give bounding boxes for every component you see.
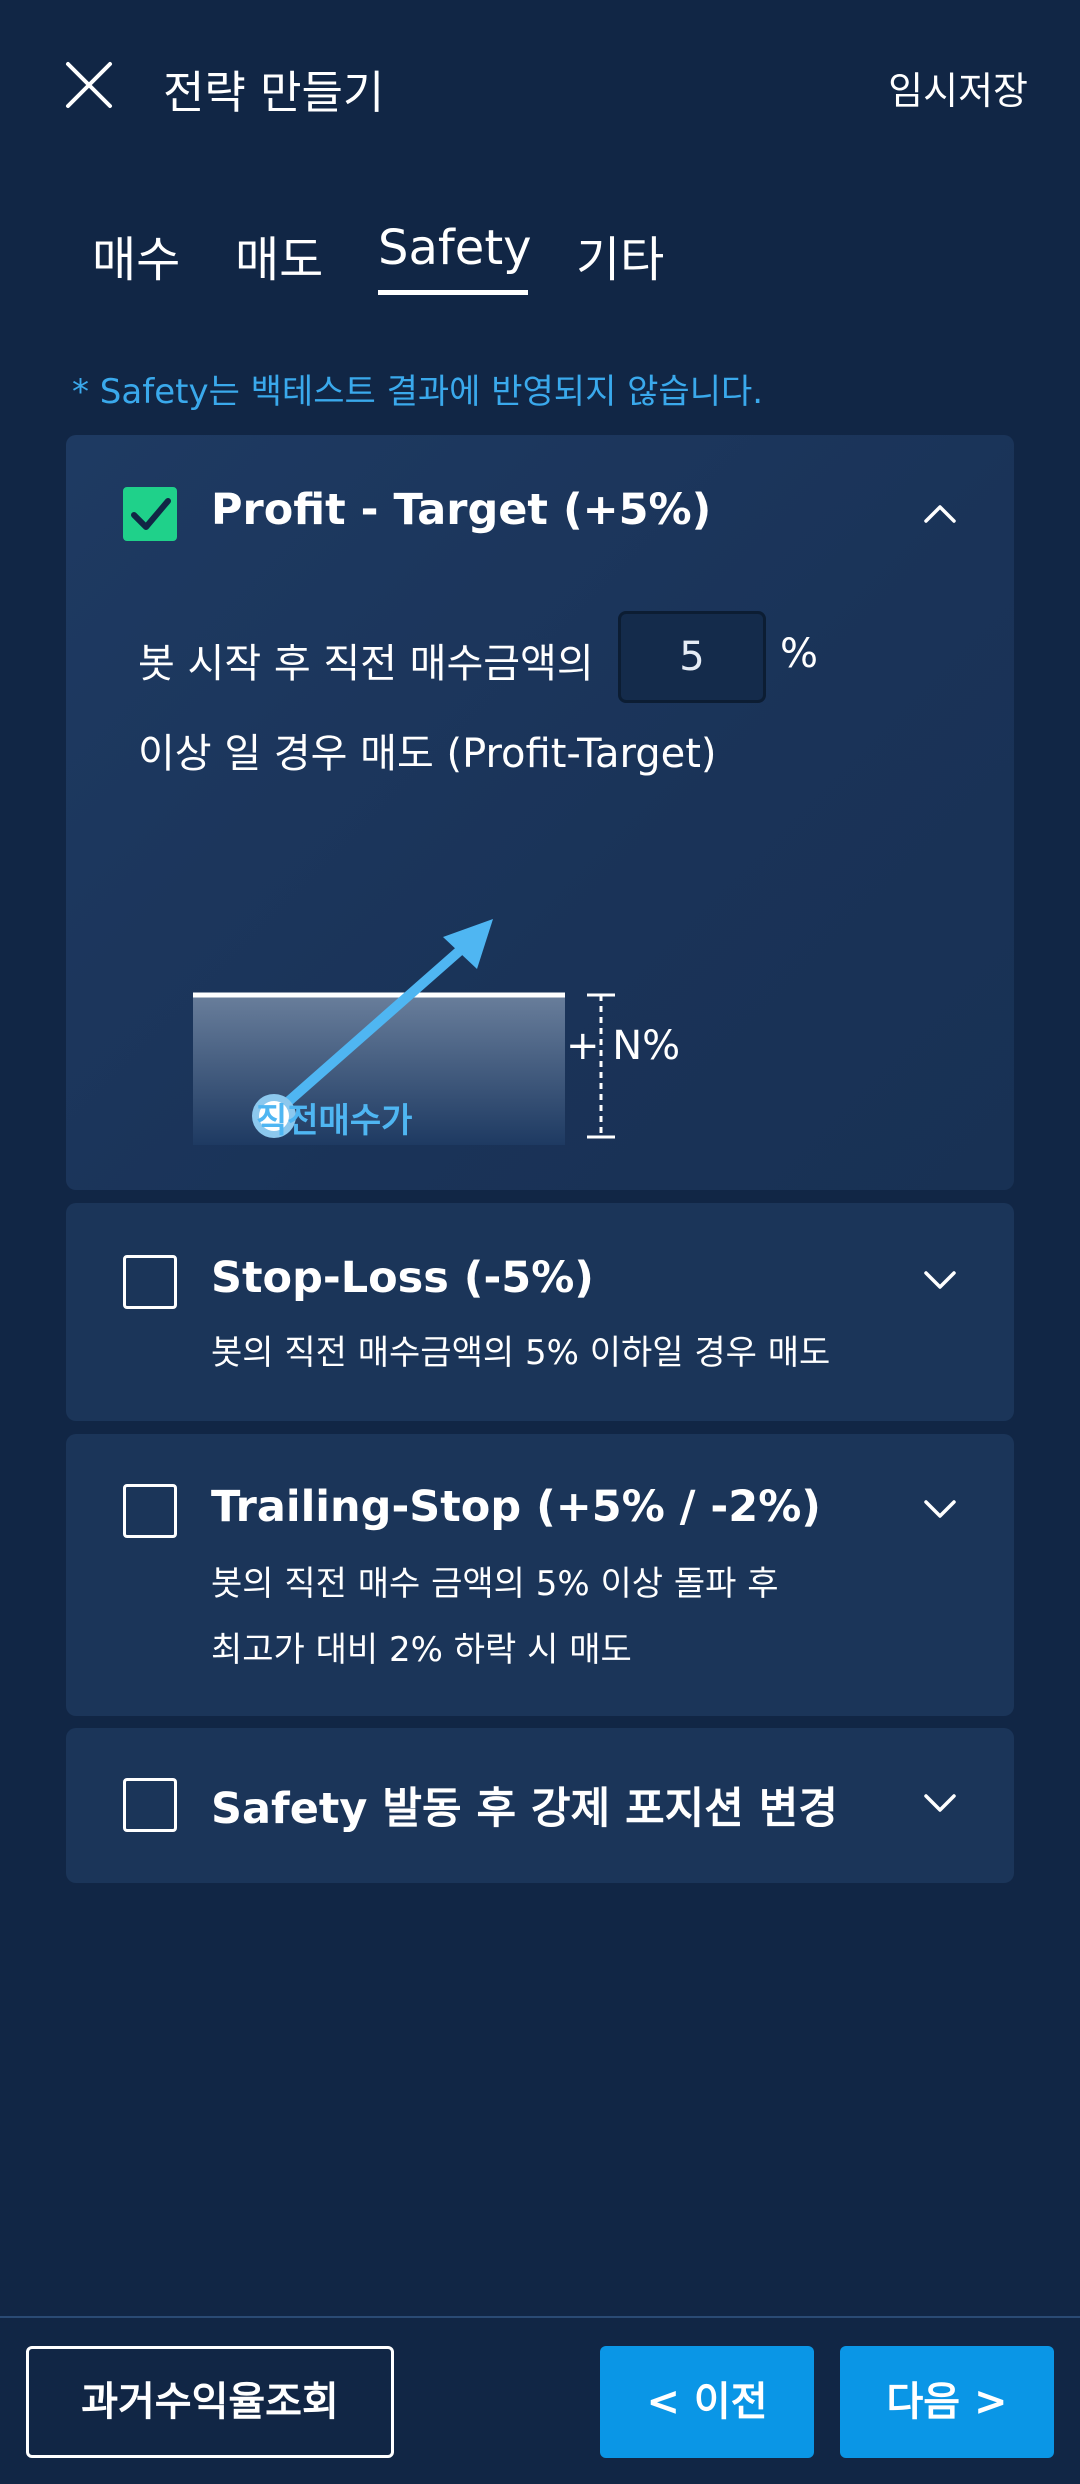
trailing-stop-desc-line2: 최고가 대비 2% 하락 시 매도 [211,1630,632,1670]
tab-sell[interactable]: 매도 [235,220,323,290]
forced-position-checkbox[interactable] [123,1778,177,1832]
tab-buy[interactable]: 매수 [92,220,180,290]
bottom-action-bar: 과거수익율조회 < 이전 다음 > [0,2316,1080,2484]
safety-notice: * Safety는 백테스트 결과에 반영되지 않습니다. [72,372,764,412]
chevron-down-icon[interactable] [922,1269,958,1293]
chevron-up-icon[interactable] [922,501,958,525]
range-percent-label: + N% [566,1023,681,1069]
next-button[interactable]: 다음 > [840,2346,1054,2458]
trailing-stop-desc-line1: 봇의 직전 매수 금액의 5% 이상 돌파 후 [211,1564,779,1604]
percent-unit: % [780,631,819,677]
stop-loss-checkbox[interactable] [123,1255,177,1309]
profit-target-card: Profit - Target (+5%) 봇 시작 후 직전 매수금액의 5 … [66,435,1014,1190]
forced-position-title: Safety 발동 후 강제 포지션 변경 [211,1784,838,1834]
stop-loss-desc: 봇의 직전 매수금액의 5% 이하일 경우 매도 [211,1333,831,1373]
prev-button[interactable]: < 이전 [600,2346,814,2458]
profit-target-line1: 봇 시작 후 직전 매수금액의 [138,641,594,687]
profit-target-title: Profit - Target (+5%) [211,485,712,535]
active-tab-indicator [378,290,528,295]
page-title: 전략 만들기 [163,66,385,119]
tab-etc[interactable]: 기타 [576,220,664,290]
profit-target-checkbox[interactable] [123,487,177,541]
past-returns-button[interactable]: 과거수익율조회 [26,2346,394,2458]
trailing-stop-title: Trailing-Stop (+5% / -2%) [211,1482,821,1532]
stop-loss-card[interactable]: Stop-Loss (-5%) 봇의 직전 매수금액의 5% 이하일 경우 매도 [66,1203,1014,1421]
stop-loss-title: Stop-Loss (-5%) [211,1253,594,1303]
trailing-stop-checkbox[interactable] [123,1484,177,1538]
close-icon[interactable] [62,58,116,112]
trailing-stop-card[interactable]: Trailing-Stop (+5% / -2%) 봇의 직전 매수 금액의 5… [66,1434,1014,1716]
chevron-down-icon[interactable] [922,1498,958,1522]
profit-target-line2: 이상 일 경우 매도 (Profit-Target) [138,731,717,777]
forced-position-card[interactable]: Safety 발동 후 강제 포지션 변경 [66,1728,1014,1883]
save-draft-button[interactable]: 임시저장 [888,60,1028,115]
tab-safety[interactable]: Safety [378,220,532,276]
strategy-builder-screen: 전략 만들기 임시저장 매수 매도 Safety 기타 * Safety는 백테… [0,0,1080,2484]
last-buy-price-label: 직전매수가 [256,1101,413,1141]
profit-target-percent-input[interactable]: 5 [618,611,766,703]
chevron-down-icon[interactable] [922,1792,958,1816]
profit-target-diagram [193,919,615,1145]
